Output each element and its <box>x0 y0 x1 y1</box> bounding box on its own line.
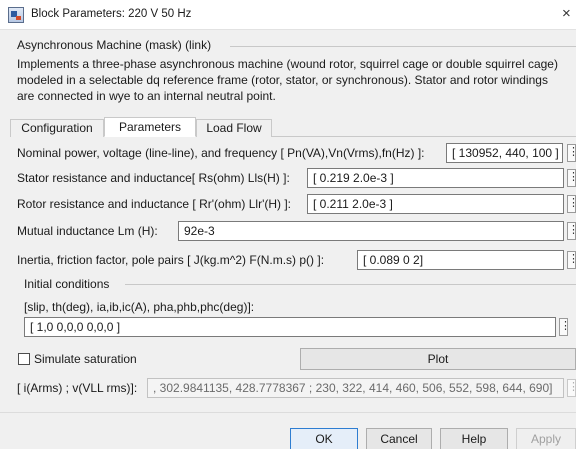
plot-button[interactable]: Plot <box>300 348 576 370</box>
nominal-input[interactable]: [ 130952, 440, 100 ] <box>446 143 563 163</box>
inertia-input[interactable]: [ 0.089 0 2] <box>357 250 564 270</box>
saturation-data-more-icon: ⋮ <box>567 379 576 397</box>
mutual-input[interactable]: 92e-3 <box>178 221 564 241</box>
description-line: modeled in a selectable dq reference fra… <box>17 73 548 87</box>
rotor-label: Rotor resistance and inductance [ Rr'(oh… <box>17 197 292 211</box>
rotor-input[interactable]: [ 0.211 2.0e-3 ] <box>307 194 564 214</box>
help-button[interactable]: Help <box>440 428 508 449</box>
block-description: Implements a three-phase asynchronous ma… <box>17 56 572 104</box>
block-group-title: Asynchronous Machine (mask) (link) <box>17 38 212 52</box>
inertia-more-icon[interactable]: ⋮ <box>567 251 576 269</box>
mutual-label: Mutual inductance Lm (H): <box>17 224 158 238</box>
description-line: Implements a three-phase asynchronous ma… <box>17 57 558 71</box>
initial-conditions-more-icon[interactable]: ⋮ <box>559 318 568 336</box>
initial-conditions-title: Initial conditions <box>24 277 110 291</box>
ok-button[interactable]: OK <box>290 428 358 449</box>
nominal-more-icon[interactable]: ⋮ <box>567 144 576 162</box>
saturation-data-input: , 302.9841135, 428.7778367 ; 230, 322, 4… <box>147 378 564 398</box>
inertia-label: Inertia, friction factor, pole pairs [ J… <box>17 253 325 267</box>
tab-configuration[interactable]: Configuration <box>10 119 104 137</box>
group-divider <box>230 46 576 47</box>
simulate-saturation-checkbox[interactable] <box>18 353 30 365</box>
simulate-saturation-label: Simulate saturation <box>34 352 137 366</box>
stator-more-icon[interactable]: ⋮ <box>567 169 576 187</box>
stator-input[interactable]: [ 0.219 2.0e-3 ] <box>307 168 564 188</box>
initial-conditions-divider <box>125 284 576 285</box>
mutual-more-icon[interactable]: ⋮ <box>567 222 576 240</box>
tab-parameters[interactable]: Parameters <box>104 117 196 137</box>
button-bar-divider <box>0 412 576 413</box>
description-line: are connected in wye to an internal neut… <box>17 89 276 103</box>
simulink-block-icon <box>8 7 24 23</box>
apply-button[interactable]: Apply <box>516 428 576 449</box>
title-bar: Block Parameters: 220 V 50 Hz × <box>0 0 576 30</box>
close-icon[interactable]: × <box>562 6 576 22</box>
window-title: Block Parameters: 220 V 50 Hz <box>31 8 192 20</box>
initial-conditions-label: [slip, th(deg), ia,ib,ic(A), pha,phb,phc… <box>24 300 255 314</box>
cancel-button[interactable]: Cancel <box>366 428 432 449</box>
initial-conditions-input[interactable]: [ 1,0 0,0,0 0,0,0 ] <box>24 317 556 337</box>
tab-load-flow[interactable]: Load Flow <box>196 119 272 137</box>
stator-label: Stator resistance and inductance[ Rs(ohm… <box>17 171 290 185</box>
saturation-data-label: [ i(Arms) ; v(VLL rms)]: <box>17 381 138 395</box>
rotor-more-icon[interactable]: ⋮ <box>567 195 576 213</box>
nominal-label: Nominal power, voltage (line-line), and … <box>17 146 425 160</box>
